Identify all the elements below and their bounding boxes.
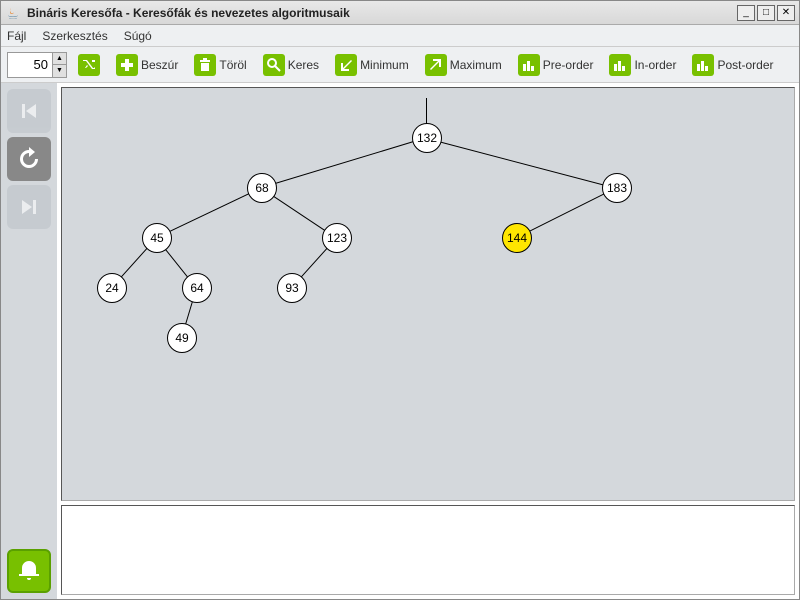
window-title: Bináris Keresőfa - Keresőfák és nevezete…: [27, 6, 737, 20]
canvas-wrap: 132 68 183 45 123 144 24 64 93 49: [57, 83, 799, 599]
value-input[interactable]: [8, 53, 52, 77]
tree-node[interactable]: 183: [602, 173, 632, 203]
preorder-button[interactable]: Pre-order: [513, 51, 599, 79]
insert-button[interactable]: Beszúr: [111, 51, 183, 79]
java-icon: [5, 5, 21, 21]
trash-icon: [194, 54, 216, 76]
bars-icon: [692, 54, 714, 76]
tree-node[interactable]: 45: [142, 223, 172, 253]
tree-edge: [517, 187, 617, 238]
shuffle-button[interactable]: [73, 51, 105, 79]
menubar: Fájl Szerkesztés Súgó: [1, 25, 799, 47]
bars-icon: [609, 54, 631, 76]
close-button[interactable]: ✕: [777, 5, 795, 21]
arrow-up-right-icon: [425, 54, 447, 76]
tree-edge: [157, 187, 262, 238]
content-area: 132 68 183 45 123 144 24 64 93 49: [1, 83, 799, 599]
value-spinner[interactable]: ▲ ▼: [7, 52, 67, 78]
step-forward-button[interactable]: [7, 185, 51, 229]
tree-edge: [427, 138, 617, 189]
replay-button[interactable]: [7, 137, 51, 181]
titlebar: Bináris Keresőfa - Keresőfák és nevezete…: [1, 1, 799, 25]
delete-button[interactable]: Töröl: [189, 51, 251, 79]
inorder-label: In-order: [634, 58, 676, 72]
tree-node[interactable]: 93: [277, 273, 307, 303]
postorder-label: Post-order: [717, 58, 773, 72]
minimum-button[interactable]: Minimum: [330, 51, 414, 79]
tree-edge: [262, 137, 427, 188]
tree-node[interactable]: 64: [182, 273, 212, 303]
maximize-button[interactable]: □: [757, 5, 775, 21]
delete-label: Töröl: [219, 58, 246, 72]
minimum-label: Minimum: [360, 58, 409, 72]
arrow-down-left-icon: [335, 54, 357, 76]
search-label: Keres: [288, 58, 319, 72]
inorder-button[interactable]: In-order: [604, 51, 681, 79]
tree-node[interactable]: 24: [97, 273, 127, 303]
menu-help[interactable]: Súgó: [124, 29, 152, 43]
tree-canvas[interactable]: 132 68 183 45 123 144 24 64 93 49: [61, 87, 795, 501]
search-icon: [263, 54, 285, 76]
toolbar: ▲ ▼ Beszúr Töröl Keres Minimum Maximum: [1, 47, 799, 83]
output-panel: [61, 505, 795, 595]
app-window: Bináris Keresőfa - Keresőfák és nevezete…: [0, 0, 800, 600]
menu-file[interactable]: Fájl: [7, 29, 26, 43]
tree-node[interactable]: 68: [247, 173, 277, 203]
insert-label: Beszúr: [141, 58, 178, 72]
maximum-button[interactable]: Maximum: [420, 51, 507, 79]
preorder-label: Pre-order: [543, 58, 594, 72]
shuffle-icon: [78, 54, 100, 76]
tree-node[interactable]: 123: [322, 223, 352, 253]
tree-node[interactable]: 49: [167, 323, 197, 353]
bars-icon: [518, 54, 540, 76]
tree-node[interactable]: 144: [502, 223, 532, 253]
search-button[interactable]: Keres: [258, 51, 324, 79]
postorder-button[interactable]: Post-order: [687, 51, 778, 79]
tree-node[interactable]: 132: [412, 123, 442, 153]
sidebar: [1, 83, 57, 599]
maximum-label: Maximum: [450, 58, 502, 72]
step-back-button[interactable]: [7, 89, 51, 133]
plus-icon: [116, 54, 138, 76]
window-controls: _ □ ✕: [737, 5, 795, 21]
spin-up[interactable]: ▲: [52, 53, 66, 65]
minimize-button[interactable]: _: [737, 5, 755, 21]
spin-down[interactable]: ▼: [52, 65, 66, 77]
menu-edit[interactable]: Szerkesztés: [42, 29, 107, 43]
bell-button[interactable]: [7, 549, 51, 593]
